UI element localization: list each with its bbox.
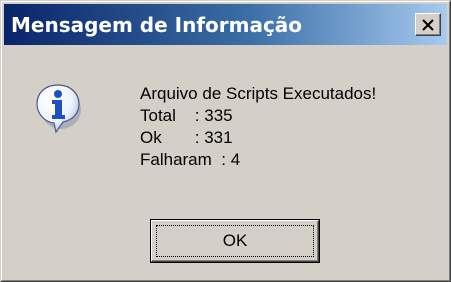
ok-button-label: OK: [222, 231, 248, 250]
information-icon: [36, 84, 81, 134]
message-line-failed: Falharam : 4: [140, 150, 241, 169]
close-icon: [422, 19, 434, 31]
title-bar[interactable]: Mensagem de Informação: [4, 4, 447, 45]
message-line-heading: Arquivo de Scripts Executados!: [140, 84, 377, 103]
message-dialog: Mensagem de Informação Arquivo de Script…: [0, 0, 451, 282]
close-button[interactable]: [415, 13, 441, 36]
message-line-total: Total : 335: [140, 106, 233, 125]
ok-button[interactable]: OK: [150, 219, 320, 263]
message-line-ok: Ok : 331: [140, 128, 233, 147]
message-text: Arquivo de Scripts Executados! Total : 3…: [140, 83, 376, 171]
window-title: Mensagem de Informação: [11, 13, 303, 37]
